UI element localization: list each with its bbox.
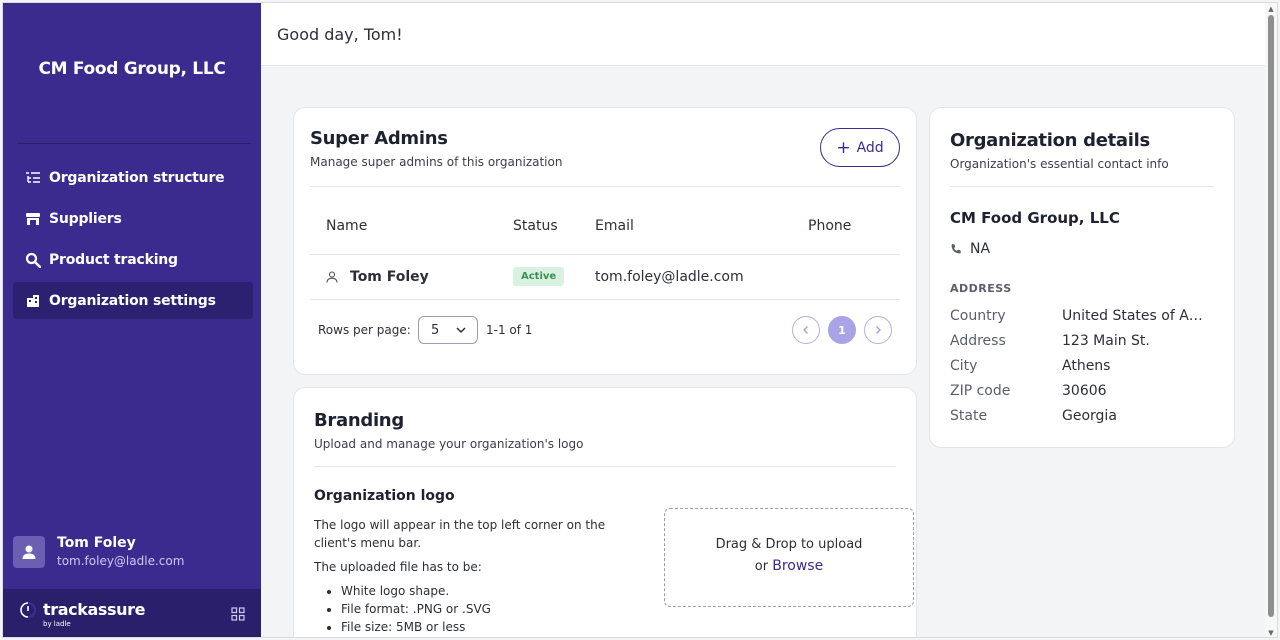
list-item: File size: 5MB or less bbox=[341, 618, 614, 636]
add-button-label: Add bbox=[856, 139, 884, 156]
browse-link[interactable]: Browse bbox=[772, 558, 823, 574]
divider bbox=[950, 186, 1214, 187]
org-detail-name: CM Food Group, LLC bbox=[950, 209, 1120, 227]
magnifier-icon bbox=[25, 252, 41, 268]
field-value-country: United States of Am… bbox=[1062, 308, 1212, 324]
sidebar-item-label: Organization settings bbox=[49, 292, 216, 309]
field-value-city: Athens bbox=[1062, 358, 1111, 374]
sidebar-item-organization-structure[interactable]: Organization structure bbox=[13, 159, 253, 196]
sidebar-item-label: Suppliers bbox=[49, 210, 122, 227]
column-header-email[interactable]: Email bbox=[595, 218, 634, 234]
rows-per-page-value: 5 bbox=[431, 322, 440, 338]
list-item: File format: .PNG or .SVG bbox=[341, 600, 614, 618]
scrollbar-thumb[interactable] bbox=[1268, 15, 1274, 617]
sidebar-nav: Organization structure Suppliers Product… bbox=[13, 159, 253, 323]
org-phone: NA bbox=[970, 241, 991, 257]
sidebar: CM Food Group, LLC Organization structur… bbox=[3, 3, 261, 637]
list-tree-icon bbox=[25, 170, 41, 186]
user-icon bbox=[22, 545, 36, 559]
plus-icon: + bbox=[836, 137, 851, 158]
page-1-button[interactable]: 1 bbox=[828, 316, 856, 344]
status-badge: Active bbox=[513, 267, 565, 286]
branding-card: Branding Upload and manage your organiza… bbox=[293, 387, 917, 637]
field-value-state: Georgia bbox=[1062, 408, 1117, 424]
dropzone-text: Drag & Drop to upload bbox=[715, 537, 863, 552]
prev-page-button[interactable] bbox=[792, 316, 820, 344]
or-text: or bbox=[754, 559, 769, 574]
add-admin-button[interactable]: + Add bbox=[820, 128, 900, 167]
brand-subtitle: by ladle bbox=[43, 619, 71, 628]
user-profile[interactable]: Tom Foley tom.foley@ladle.com bbox=[13, 535, 184, 568]
admin-email: tom.foley@ladle.com bbox=[595, 269, 744, 285]
requirements-intro: The uploaded file has to be: bbox=[314, 560, 482, 574]
avatar bbox=[13, 535, 45, 568]
page-range: 1-1 of 1 bbox=[486, 323, 533, 337]
field-label-country: Country bbox=[950, 308, 1006, 324]
field-value-zip: 30606 bbox=[1062, 383, 1107, 399]
table-row[interactable]: Tom Foley Active tom.foley@ladle.com bbox=[310, 254, 900, 300]
organization-details-card: Organization details Organization's esse… bbox=[929, 107, 1235, 448]
store-icon bbox=[25, 211, 41, 227]
field-value-address: 123 Main St. bbox=[1062, 333, 1150, 349]
app-window: CM Food Group, LLC Organization structur… bbox=[2, 2, 1278, 638]
divider bbox=[310, 186, 900, 187]
chevron-right-icon bbox=[876, 326, 881, 334]
admin-name: Tom Foley bbox=[350, 269, 429, 285]
sidebar-item-organization-settings[interactable]: Organization settings bbox=[13, 282, 253, 319]
super-admins-card: Super Admins Manage super admins of this… bbox=[293, 107, 917, 375]
pagination: Rows per page: 5 1-1 of 1 1 bbox=[318, 316, 900, 346]
logo-description: The logo will appear in the top left cor… bbox=[314, 518, 606, 550]
sidebar-item-suppliers[interactable]: Suppliers bbox=[13, 200, 253, 237]
brand-name: trackassure bbox=[43, 599, 146, 619]
next-page-button[interactable] bbox=[864, 316, 892, 344]
greeting: Good day, Tom! bbox=[277, 24, 403, 44]
card-subtitle: Organization's essential contact info bbox=[950, 157, 1169, 171]
building-icon bbox=[25, 293, 41, 309]
card-title: Organization details bbox=[950, 130, 1150, 151]
column-header-phone[interactable]: Phone bbox=[808, 218, 851, 234]
field-label-city: City bbox=[950, 358, 978, 374]
list-item: White logo shape. bbox=[341, 582, 614, 600]
sidebar-item-label: Product tracking bbox=[49, 251, 178, 268]
card-title: Super Admins bbox=[310, 128, 448, 149]
trackassure-logo-icon bbox=[20, 601, 36, 618]
scroll-down-arrow-icon[interactable]: ▼ bbox=[1267, 629, 1275, 637]
logo-dropzone[interactable]: Drag & Drop to upload or Browse bbox=[664, 508, 914, 607]
divider bbox=[314, 466, 896, 467]
user-email: tom.foley@ladle.com bbox=[57, 554, 185, 568]
requirements-list: White logo shape. File format: .PNG or .… bbox=[341, 582, 614, 636]
org-name: CM Food Group, LLC bbox=[38, 59, 226, 79]
chevron-left-icon bbox=[803, 326, 808, 334]
field-label-address: Address bbox=[950, 333, 1006, 349]
apps-grid-icon[interactable] bbox=[231, 606, 245, 625]
field-label-zip: ZIP code bbox=[950, 383, 1011, 399]
top-header: Good day, Tom! bbox=[261, 3, 1265, 66]
chevron-down-icon bbox=[455, 324, 467, 340]
person-icon bbox=[326, 271, 338, 287]
user-name: Tom Foley bbox=[57, 535, 136, 551]
sidebar-divider bbox=[17, 143, 251, 144]
rows-per-page-label: Rows per page: bbox=[318, 323, 411, 337]
scroll-up-arrow-icon[interactable]: ▲ bbox=[1267, 5, 1275, 13]
column-header-status[interactable]: Status bbox=[513, 218, 558, 234]
vertical-scrollbar[interactable]: ▲ ▼ bbox=[1265, 3, 1277, 637]
brand-footer: trackassure by ladle bbox=[3, 589, 261, 637]
phone-icon bbox=[950, 243, 962, 255]
field-label-state: State bbox=[950, 408, 988, 424]
section-title: Organization logo bbox=[314, 488, 455, 504]
organization-logo-section: Organization logo The logo will appear i… bbox=[314, 488, 614, 636]
sidebar-item-product-tracking[interactable]: Product tracking bbox=[13, 241, 253, 278]
card-subtitle: Upload and manage your organization's lo… bbox=[314, 437, 584, 451]
card-subtitle: Manage super admins of this organization bbox=[310, 155, 563, 169]
brand-logo: trackassure by ladle bbox=[19, 601, 145, 628]
column-header-name[interactable]: Name bbox=[326, 218, 367, 234]
rows-per-page-select[interactable]: 5 bbox=[418, 316, 478, 344]
address-heading: ADDRESS bbox=[950, 282, 1012, 295]
sidebar-item-label: Organization structure bbox=[49, 169, 225, 186]
card-title: Branding bbox=[314, 410, 404, 431]
